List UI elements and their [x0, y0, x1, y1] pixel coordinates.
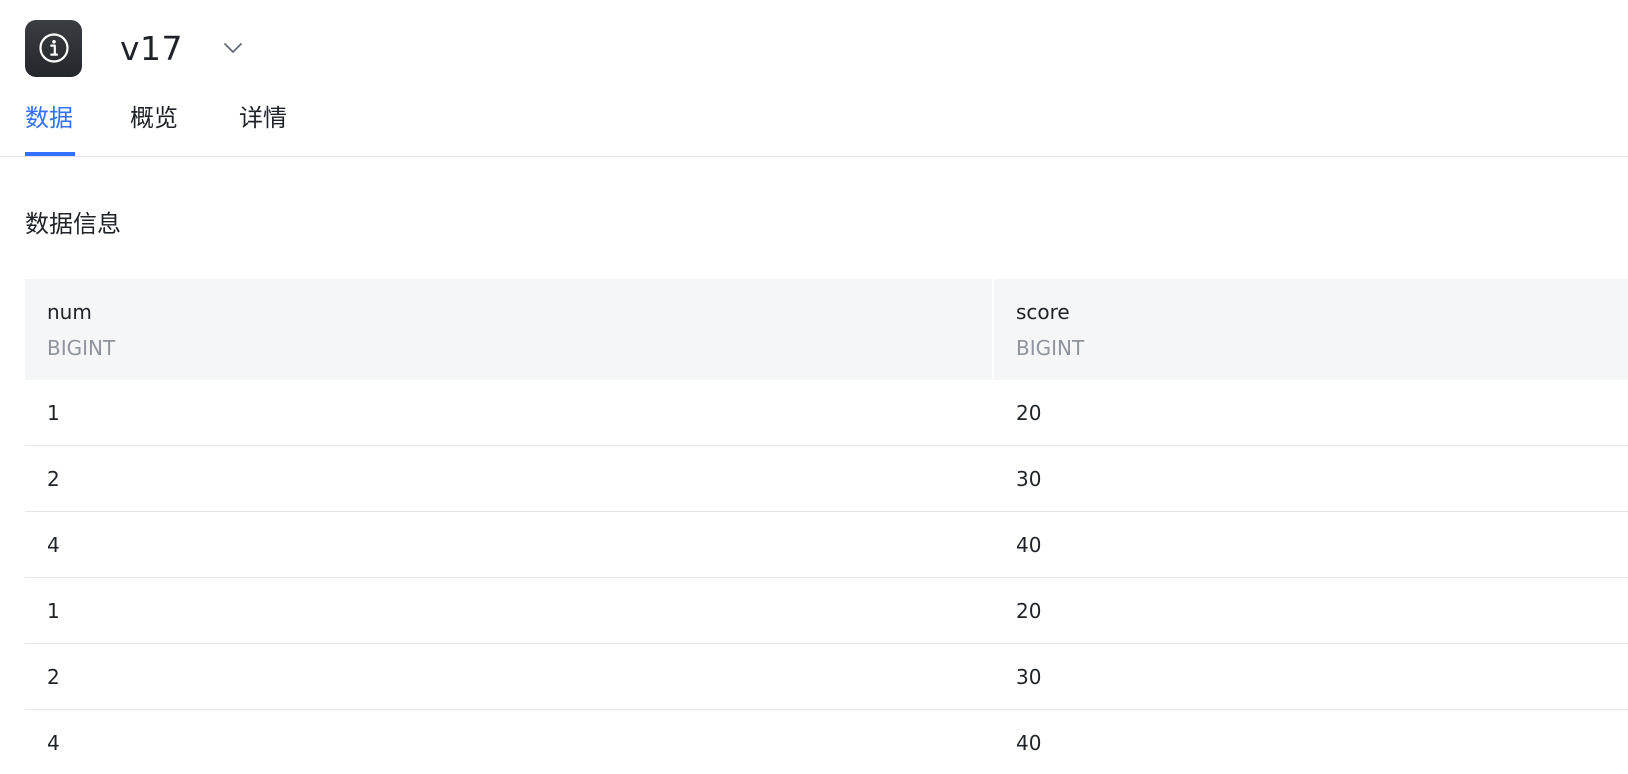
data-table: num BIGINT score BIGINT 1 20 2 30 4 40 1 — [25, 279, 1628, 774]
column-name: score — [1016, 300, 1070, 324]
column-type: BIGINT — [47, 336, 116, 360]
section-title: 数据信息 — [25, 210, 121, 238]
tab-data[interactable]: 数据 — [25, 106, 73, 156]
table-cell: 30 — [1016, 664, 1042, 689]
column-header-num: num BIGINT — [25, 279, 994, 380]
table-cell: 1 — [47, 400, 60, 425]
table-cell: 40 — [1016, 730, 1042, 755]
column-type: BIGINT — [1016, 336, 1085, 360]
table-cell: 20 — [1016, 598, 1042, 623]
table-body: 1 20 2 30 4 40 1 20 2 30 4 40 — [25, 380, 1628, 774]
table-cell: 4 — [47, 730, 60, 755]
table-cell: 4 — [47, 532, 60, 557]
table-row: 2 30 — [25, 644, 1628, 710]
table-header: num BIGINT score BIGINT — [25, 279, 1628, 380]
column-header-score: score BIGINT — [994, 279, 1628, 380]
table-cell: 2 — [47, 664, 60, 689]
table-cell: 1 — [47, 598, 60, 623]
column-name: num — [47, 300, 92, 324]
header: v17 — [25, 19, 245, 77]
info-icon — [38, 33, 69, 63]
active-tab-indicator — [25, 152, 75, 156]
table-row: 2 30 — [25, 446, 1628, 512]
table-cell: 20 — [1016, 400, 1042, 425]
table-row: 1 20 — [25, 578, 1628, 644]
tab-details[interactable]: 详情 — [239, 106, 287, 156]
page: v17 数据 概览 详情 数据信息 num BIGINT score BIGIN… — [0, 0, 1628, 774]
table-cell: 2 — [47, 466, 60, 491]
version-dropdown[interactable] — [221, 36, 245, 60]
table-row: 4 40 — [25, 710, 1628, 774]
app-icon — [25, 19, 82, 77]
table-row: 4 40 — [25, 512, 1628, 578]
table-row: 1 20 — [25, 380, 1628, 446]
tab-overview[interactable]: 概览 — [130, 106, 178, 156]
tab-bar: 数据 概览 详情 — [0, 100, 1628, 157]
table-cell: 40 — [1016, 532, 1042, 557]
page-title: v17 — [120, 28, 184, 68]
chevron-down-icon — [224, 43, 242, 53]
table-cell: 30 — [1016, 466, 1042, 491]
